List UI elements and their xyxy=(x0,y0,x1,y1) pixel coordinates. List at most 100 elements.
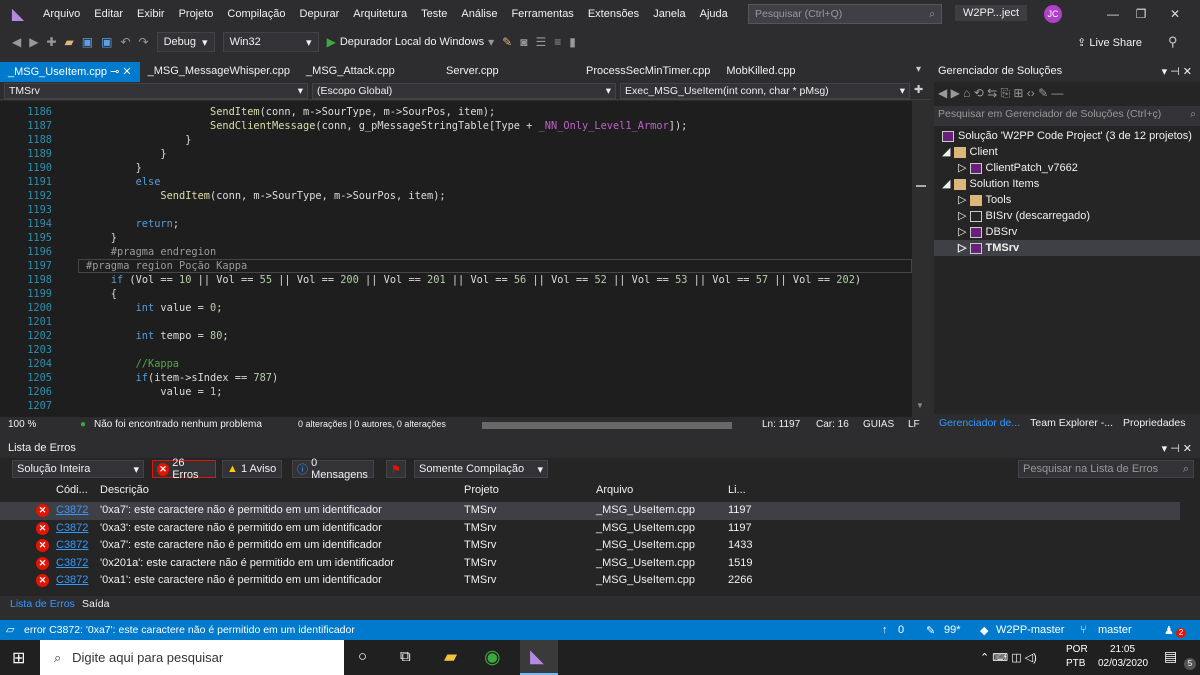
editor-tab[interactable]: ProcessSecMinTimer.cpp xyxy=(578,62,718,82)
debugger-button[interactable]: Depurador Local do Windows xyxy=(340,36,484,48)
error-code-link[interactable]: C3872 xyxy=(56,520,88,538)
save-icon[interactable]: ▣ xyxy=(82,35,93,49)
code-line[interactable]: int tempo = 80; xyxy=(86,329,229,343)
maximize-icon[interactable]: ❐ xyxy=(1126,4,1156,24)
editor-scrollbar[interactable]: ▼ xyxy=(912,101,930,417)
code-line[interactable]: } xyxy=(86,133,191,147)
scope-filter[interactable]: Solução Inteira ▾ xyxy=(12,460,144,478)
scope-nav-select[interactable]: (Escopo Global) ▾ xyxy=(312,83,616,99)
menu-item[interactable]: Projeto xyxy=(172,8,221,20)
tree-item-bisrv[interactable]: ▷ BISrv (descarregado) xyxy=(958,208,1090,224)
close-icon[interactable]: ▾ ⊣ ✕ xyxy=(1162,442,1192,455)
file-explorer-icon[interactable]: ▰ xyxy=(444,647,457,667)
header-project[interactable]: Projeto xyxy=(464,484,499,496)
function-nav-select[interactable]: Exec_MSG_UseItem(int conn, char * pMsg) ▾ xyxy=(620,83,910,99)
error-code-link[interactable]: C3872 xyxy=(56,572,88,590)
indent-mode[interactable]: GUIAS xyxy=(863,419,894,430)
editor-tab[interactable]: _MSG_Attack.cpp xyxy=(298,62,438,82)
code-line[interactable]: value = 1; xyxy=(86,385,222,399)
push-icon[interactable]: ↑ xyxy=(882,624,888,636)
code-line[interactable]: } xyxy=(86,161,142,175)
task-view-icon[interactable]: ⧉ xyxy=(400,648,411,665)
menu-item[interactable]: Depurar xyxy=(293,8,347,20)
messages-filter-button[interactable]: ⓘ 0 Mensagens xyxy=(292,457,374,481)
horizontal-scrollbar[interactable] xyxy=(482,422,732,429)
save-all-icon[interactable]: ▣ xyxy=(101,35,112,49)
branch-name[interactable]: master xyxy=(1098,624,1132,636)
menu-item[interactable]: Exibir xyxy=(130,8,172,20)
editor-tab[interactable]: _MSG_UseItem.cpp ⊸ ✕ xyxy=(0,62,140,82)
tree-item-clientpatch[interactable]: ▷ ClientPatch_v7662 xyxy=(958,160,1078,176)
tree-item-client[interactable]: ◢ Client xyxy=(942,144,998,160)
search-box[interactable]: Pesquisar (Ctrl+Q) ⌕ xyxy=(748,4,942,24)
error-search[interactable]: Pesquisar na Lista de Erros ⌕ xyxy=(1018,460,1194,478)
tree-item-tools[interactable]: ▷ Tools xyxy=(958,192,1011,208)
find-files-icon[interactable]: ✎ xyxy=(502,35,512,49)
windows-start-icon[interactable]: ⊞ xyxy=(12,648,25,668)
editor-tab[interactable]: Server.cpp xyxy=(438,62,578,82)
code-line[interactable]: if(item->sIndex == 787) xyxy=(86,371,279,385)
changes-status[interactable]: 0 alterações | 0 autores, 0 alterações xyxy=(298,419,446,429)
header-file[interactable]: Arquivo xyxy=(596,484,633,496)
feedback-icon[interactable]: ⚲ xyxy=(1168,34,1178,50)
clock-time[interactable]: 21:05 xyxy=(1110,644,1135,655)
code-line[interactable]: #pragma endregion xyxy=(86,245,216,259)
table-row[interactable]: ✕ C3872 '0xa7': este caractere não é permi… xyxy=(0,537,1180,555)
tab-team-explorer[interactable]: Team Explorer -... xyxy=(1025,414,1118,434)
code-line[interactable]: //Kappa xyxy=(86,357,179,371)
menu-item[interactable]: Análise xyxy=(454,8,504,20)
menu-item[interactable]: Extensões xyxy=(581,8,646,20)
format-icon[interactable]: ☰ xyxy=(535,35,546,49)
repo-icon[interactable]: ◆ xyxy=(980,624,988,637)
pencil-icon[interactable]: ✎ xyxy=(926,624,935,637)
bookmark-icon[interactable]: ▮ xyxy=(569,35,576,49)
taskbar-search[interactable]: ⌕ Digite aqui para pesquisar xyxy=(40,640,344,675)
code-line[interactable]: } xyxy=(86,147,166,161)
status-message[interactable]: error C3872: '0xa7': este caractere não … xyxy=(24,624,355,636)
header-description[interactable]: Descrição xyxy=(100,484,149,496)
menu-item[interactable]: Editar xyxy=(87,8,130,20)
close-icon[interactable]: ▾ ⊣ ✕ xyxy=(1162,65,1192,78)
menu-item[interactable]: Janela xyxy=(646,8,692,20)
menu-item[interactable]: Arquivo xyxy=(36,8,87,20)
solution-root[interactable]: Solução 'W2PP Code Project' (3 de 12 pro… xyxy=(942,128,1192,144)
warnings-filter-button[interactable]: ▲ 1 Aviso xyxy=(222,460,282,478)
code-line[interactable]: else xyxy=(86,175,161,189)
header-code[interactable]: Códi... xyxy=(56,484,88,496)
header-line[interactable]: Li... xyxy=(728,484,746,496)
back-icon[interactable]: ◀ xyxy=(12,35,21,49)
menu-item[interactable]: Ferramentas xyxy=(504,8,580,20)
open-folder-icon[interactable]: ▰ xyxy=(65,35,74,49)
table-row[interactable]: ✕ C3872 '0xa3': este caractere não é permi… xyxy=(0,520,1180,538)
live-share-button[interactable]: ⇪ Live Share xyxy=(1077,36,1142,49)
play-icon[interactable]: ▶ xyxy=(327,35,336,49)
branch-icon[interactable]: ⑂ xyxy=(1080,624,1087,636)
build-filter[interactable]: Somente Compilação ▾ xyxy=(414,460,548,478)
tab-close-icon[interactable]: ⊸ ✕ xyxy=(107,66,132,78)
tray-icons[interactable]: ⌃ ⌨ ◫ ◁) xyxy=(980,651,1037,664)
line-ending[interactable]: LF xyxy=(908,419,920,430)
errors-filter-button[interactable]: ✕ 26 Erros xyxy=(152,457,216,481)
solution-search[interactable]: Pesquisar em Gerenciador de Soluções (Ct… xyxy=(934,106,1200,126)
tab-solution-explorer[interactable]: Gerenciador de... xyxy=(934,414,1025,434)
project-nav-select[interactable]: TMSrv ▾ xyxy=(4,83,308,99)
editor-tab[interactable]: _MSG_MessageWhisper.cpp xyxy=(140,62,298,82)
error-code-link[interactable]: C3872 xyxy=(56,555,88,573)
tab-output[interactable]: Saída xyxy=(82,598,109,610)
menu-item[interactable]: Ajuda xyxy=(693,8,735,20)
code-line[interactable]: { xyxy=(86,287,117,301)
menu-item[interactable]: Arquitetura xyxy=(346,8,414,20)
filter-icon[interactable]: ⚑ xyxy=(386,460,406,478)
table-row[interactable]: ✕ C3872 '0xa1': este caractere não é permi… xyxy=(0,572,1180,590)
repo-name[interactable]: W2PP-master xyxy=(996,624,1064,636)
tab-error-list[interactable]: Lista de Erros xyxy=(10,598,75,610)
close-icon[interactable]: ✕ xyxy=(1160,4,1190,24)
chrome-icon[interactable]: ◉ xyxy=(484,646,501,669)
editor-tab[interactable]: MobKilled.cpp xyxy=(718,62,858,82)
config-select[interactable]: Debug ▾ xyxy=(156,32,215,52)
split-icon[interactable]: ✚ xyxy=(914,83,923,96)
table-row[interactable]: ✕ C3872 '0xa7': este caractere não é permi… xyxy=(0,502,1180,520)
tab-properties[interactable]: Propriedades xyxy=(1118,414,1190,434)
error-code-link[interactable]: C3872 xyxy=(56,537,88,555)
new-item-icon[interactable]: ✚ xyxy=(46,35,56,49)
